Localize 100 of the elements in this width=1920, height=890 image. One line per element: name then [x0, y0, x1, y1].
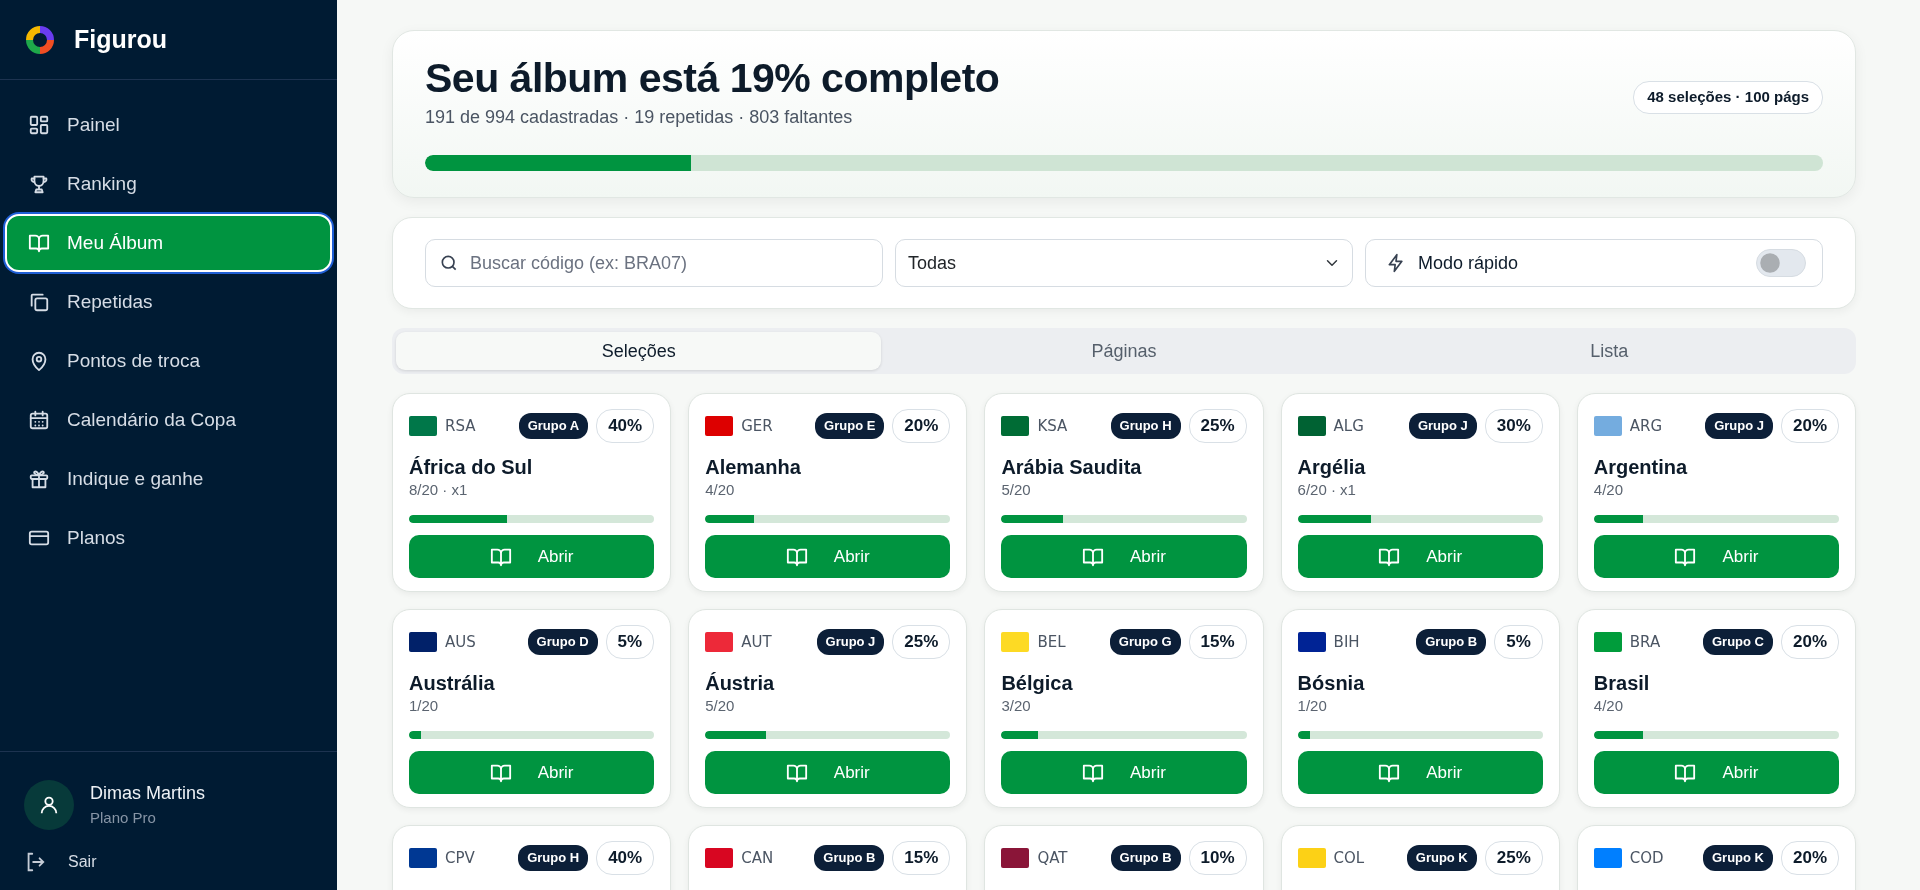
- group-badge: Grupo H: [518, 845, 589, 871]
- team-code: AUT: [741, 631, 772, 653]
- sidebar-item[interactable]: Calendário da Copa: [5, 391, 332, 449]
- team-code: CAN: [741, 847, 774, 869]
- sidebar-item[interactable]: Pontos de troca: [5, 332, 332, 390]
- sticker-count: 1/20: [409, 695, 440, 716]
- open-button[interactable]: Abrir: [1001, 535, 1247, 579]
- user-name: Dimas Martins: [90, 782, 205, 806]
- team-code: GER: [741, 415, 773, 437]
- team-name: Argentina: [1593, 454, 1689, 479]
- percent-badge: 20%: [1780, 625, 1839, 659]
- team-name: Brasil: [1593, 670, 1651, 695]
- sidebar-item[interactable]: Painel: [5, 96, 332, 154]
- team-name: África do Sul: [409, 454, 534, 479]
- lightning-icon: [1386, 253, 1406, 274]
- sticker-count: 4/20: [1593, 695, 1624, 716]
- copy-icon: [28, 291, 50, 313]
- percent-badge: 5%: [1494, 625, 1543, 659]
- grid-icon: [28, 114, 50, 136]
- group-badge: Grupo J: [1408, 413, 1477, 439]
- team-code: KSA: [1037, 415, 1068, 437]
- group-badge: Grupo K: [1702, 845, 1773, 871]
- team-code: ALG: [1333, 415, 1364, 437]
- sticker-count: 8/20 · x1: [409, 479, 469, 500]
- percent-badge: 15%: [892, 841, 951, 875]
- group-badge: Grupo H: [1110, 413, 1181, 439]
- sidebar-item[interactable]: Meu Álbum: [5, 214, 332, 272]
- percent-badge: 15%: [1188, 625, 1247, 659]
- album-info-badge: 48 seleções · 100 págs: [1633, 81, 1823, 114]
- percent-badge: 10%: [1188, 841, 1247, 875]
- percent-badge: 5%: [605, 625, 655, 659]
- open-button[interactable]: Abrir: [1593, 751, 1839, 795]
- team-name: Argélia: [1297, 454, 1367, 479]
- group-badge: Grupo B: [814, 845, 885, 871]
- tab[interactable]: Páginas: [881, 332, 1367, 371]
- team-code: QAT: [1037, 847, 1068, 869]
- sidebar-item[interactable]: Planos: [5, 509, 332, 567]
- percent-badge: 20%: [892, 409, 951, 443]
- tab[interactable]: Lista: [1366, 332, 1852, 371]
- percent-badge: 40%: [596, 841, 655, 875]
- calendar-icon: [28, 409, 50, 431]
- team-name: Arábia Saudita: [1001, 454, 1143, 479]
- open-button[interactable]: Abrir: [1001, 751, 1247, 795]
- tab[interactable]: Seleções: [396, 332, 882, 371]
- team-code: BEL: [1037, 631, 1066, 653]
- group-badge: Grupo D: [527, 629, 598, 655]
- sticker-count: 4/20: [1593, 479, 1624, 500]
- open-button[interactable]: Abrir: [409, 751, 655, 795]
- app-name: Figurou: [74, 23, 168, 55]
- gift-icon: [28, 468, 50, 490]
- search-field[interactable]: Buscar código (ex: BRA07): [425, 239, 883, 288]
- percent-badge: 25%: [1484, 841, 1543, 875]
- sticker-count: 1/20: [1297, 695, 1328, 716]
- sidebar-item[interactable]: Indique e ganhe: [5, 450, 332, 508]
- percent-badge: 25%: [1188, 409, 1247, 443]
- group-badge: Grupo B: [1416, 629, 1487, 655]
- avatar-icon: [24, 780, 74, 830]
- sidebar-item[interactable]: Repetidas: [5, 273, 332, 331]
- team-code: COL: [1333, 847, 1365, 869]
- group-select[interactable]: Todas: [895, 239, 1353, 288]
- sticker-count: 3/20: [1001, 695, 1032, 716]
- album-title: Seu álbum está 19% completo: [425, 57, 1000, 101]
- group-badge: Grupo K: [1406, 845, 1477, 871]
- team-name: Áustria: [705, 670, 776, 695]
- team-name: Alemanha: [705, 454, 802, 479]
- group-badge: Grupo B: [1110, 845, 1181, 871]
- sidebar-item[interactable]: Ranking: [5, 155, 332, 213]
- logout-link[interactable]: Sair: [24, 850, 313, 874]
- open-button[interactable]: Abrir: [1297, 535, 1543, 579]
- group-badge: Grupo J: [1705, 413, 1773, 439]
- user-plan: Plano Pro: [90, 808, 157, 829]
- sticker-count: 4/20: [705, 479, 736, 500]
- trophy-icon: [28, 173, 50, 195]
- team-name: Bósnia: [1297, 670, 1366, 695]
- open-button[interactable]: Abrir: [1297, 751, 1543, 795]
- open-button[interactable]: Abrir: [409, 535, 655, 579]
- quick-mode-switch[interactable]: [1756, 249, 1806, 278]
- team-name: Austrália: [409, 670, 496, 695]
- team-code: CPV: [445, 847, 475, 869]
- team-code: BIH: [1333, 631, 1360, 653]
- open-button[interactable]: Abrir: [1593, 535, 1839, 579]
- quick-mode-label: Modo rápido: [1418, 251, 1519, 275]
- logo-icon: [24, 23, 56, 56]
- team-code: AUS: [445, 631, 476, 653]
- percent-badge: 20%: [1780, 409, 1839, 443]
- sticker-count: 5/20: [1001, 479, 1032, 500]
- group-badge: Grupo A: [518, 413, 589, 439]
- open-button[interactable]: Abrir: [705, 535, 951, 579]
- team-code: BRA: [1629, 631, 1661, 653]
- album-stats: 191 de 994 cadastradas · 19 repetidas · 803 faltantes: [425, 106, 854, 130]
- team-code: COD: [1629, 847, 1664, 869]
- team-code: RSA: [445, 415, 476, 437]
- percent-badge: 40%: [596, 409, 655, 443]
- sticker-count: 6/20 · x1: [1297, 479, 1357, 500]
- team-code: ARG: [1629, 415, 1663, 437]
- team-name: Bélgica: [1001, 670, 1074, 695]
- group-badge: Grupo C: [1702, 629, 1773, 655]
- book-icon: [28, 232, 50, 254]
- open-button[interactable]: Abrir: [705, 751, 951, 795]
- percent-badge: 20%: [1780, 841, 1839, 875]
